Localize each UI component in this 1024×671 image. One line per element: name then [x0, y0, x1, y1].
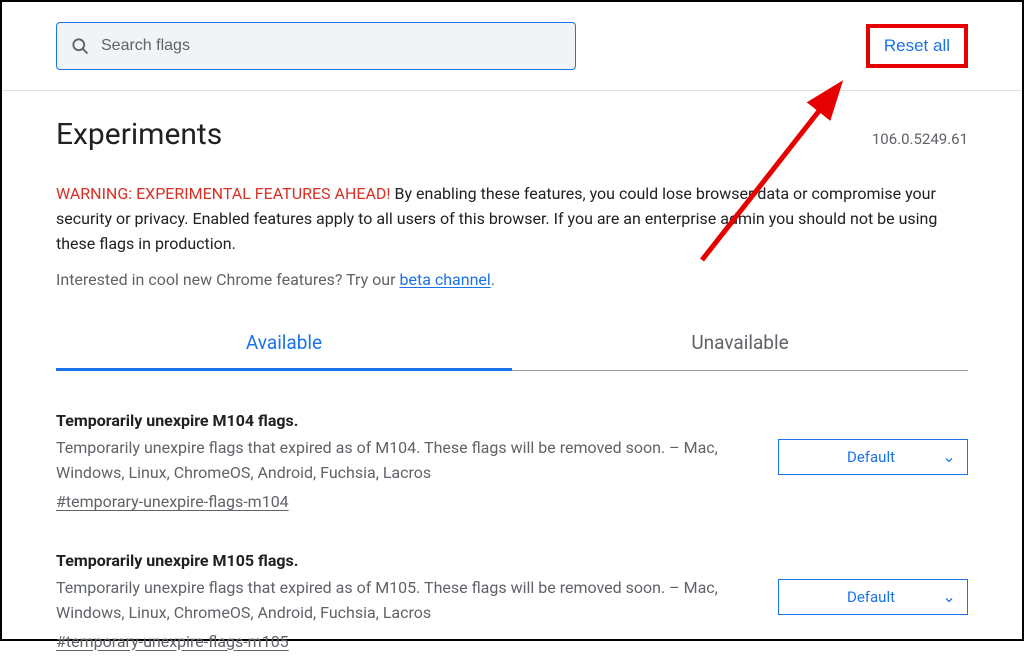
flag-text: Temporarily unexpire M105 flags. Tempora…	[56, 551, 748, 651]
tab-unavailable[interactable]: Unavailable	[512, 319, 968, 370]
search-input[interactable]	[56, 22, 576, 70]
chevron-down-icon	[943, 451, 955, 463]
chevron-down-icon	[943, 591, 955, 603]
flag-item: Temporarily unexpire M105 flags. Tempora…	[56, 551, 968, 651]
reset-all-highlight: Reset all	[866, 24, 968, 68]
tabs-bar: Available Unavailable	[56, 319, 968, 371]
header-row: Experiments 106.0.5249.61	[56, 117, 968, 152]
flag-select[interactable]: Default	[778, 439, 968, 475]
search-icon	[70, 36, 90, 56]
top-bar: Reset all	[2, 2, 1022, 91]
flag-select[interactable]: Default	[778, 579, 968, 615]
flag-anchor-link[interactable]: #temporary-unexpire-flags-m105	[56, 632, 289, 651]
version-label: 106.0.5249.61	[872, 130, 968, 148]
beta-suffix: .	[491, 270, 495, 289]
flag-text: Temporarily unexpire M104 flags. Tempora…	[56, 411, 748, 511]
search-container	[56, 22, 576, 70]
flag-description: Temporarily unexpire flags that expired …	[56, 436, 748, 486]
beta-line: Interested in cool new Chrome features? …	[56, 270, 968, 289]
beta-channel-link[interactable]: beta channel	[399, 270, 490, 289]
flag-item: Temporarily unexpire M104 flags. Tempora…	[56, 411, 968, 511]
flag-title: Temporarily unexpire M104 flags.	[56, 411, 748, 430]
tab-available[interactable]: Available	[56, 319, 512, 371]
warning-text: WARNING: EXPERIMENTAL FEATURES AHEAD! By…	[56, 182, 968, 256]
page-title: Experiments	[56, 117, 222, 152]
warning-prefix: WARNING: EXPERIMENTAL FEATURES AHEAD!	[56, 184, 391, 203]
flag-select-label: Default	[799, 588, 943, 606]
content-area: Experiments 106.0.5249.61 WARNING: EXPER…	[2, 91, 1022, 671]
flag-anchor-link[interactable]: #temporary-unexpire-flags-m104	[56, 492, 289, 511]
beta-intro: Interested in cool new Chrome features? …	[56, 270, 399, 289]
flag-description: Temporarily unexpire flags that expired …	[56, 576, 748, 626]
flag-select-label: Default	[799, 448, 943, 466]
flag-title: Temporarily unexpire M105 flags.	[56, 551, 748, 570]
reset-all-button[interactable]: Reset all	[884, 36, 950, 56]
